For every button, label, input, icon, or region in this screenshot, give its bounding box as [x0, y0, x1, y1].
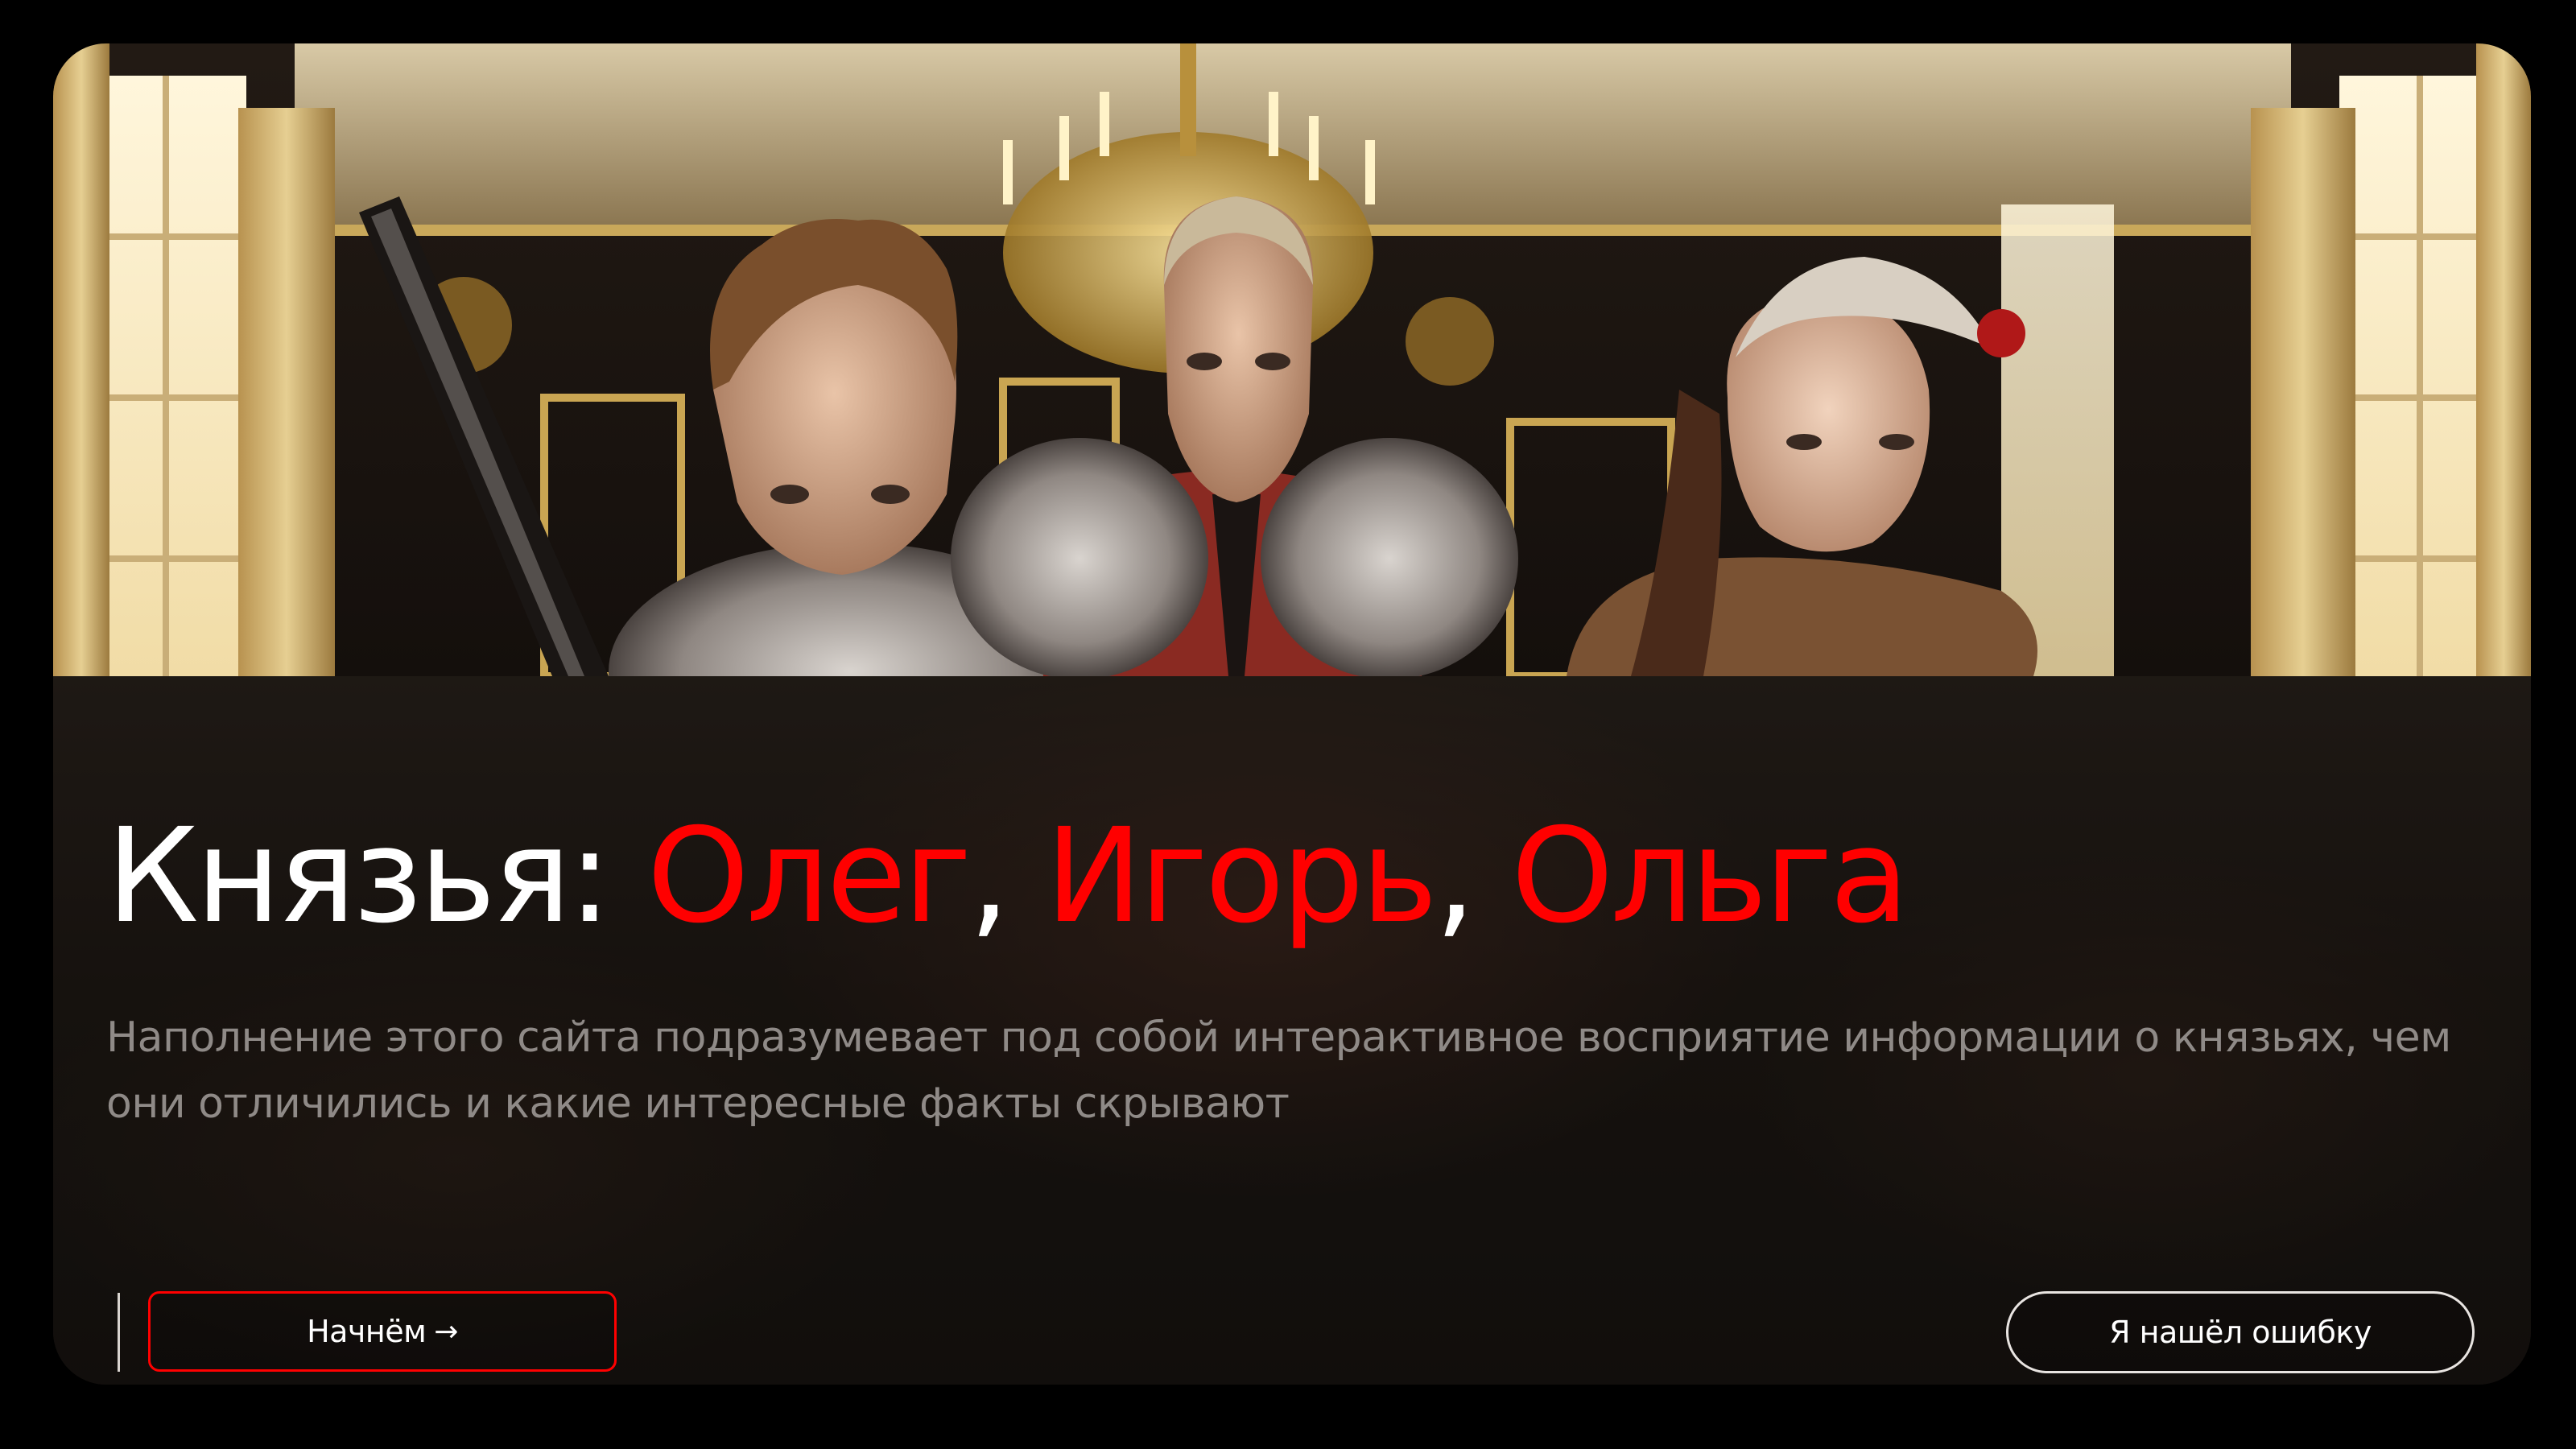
page-description: Наполнение этого сайта подразумевает под…: [106, 1013, 2451, 1128]
hero-image: [53, 43, 2531, 676]
page-title: Князья: Олег, Игорь, Ольга: [106, 811, 1909, 942]
report-error-button-label: Я нашёл ошибку: [2109, 1315, 2372, 1350]
title-prefix: Князья:: [106, 801, 647, 952]
hero-illustration: [53, 43, 2531, 676]
arrow-right-icon: →: [434, 1315, 458, 1348]
vertical-divider: [118, 1293, 120, 1372]
start-button[interactable]: Начнём →: [148, 1291, 617, 1372]
hero-card: Князья: Олег, Игорь, Ольга Наполнение эт…: [53, 43, 2531, 1385]
title-separator: ,: [1435, 801, 1512, 952]
report-error-button[interactable]: Я нашёл ошибку: [2006, 1291, 2475, 1373]
hero-content: Князья: Олег, Игорь, Ольга Наполнение эт…: [53, 676, 2531, 1385]
title-name-oleg: Олег: [646, 801, 972, 952]
title-name-igor: Игорь: [1045, 801, 1438, 952]
start-button-label: Начнём: [307, 1314, 427, 1349]
title-name-olga: Ольга: [1511, 801, 1909, 952]
title-separator: ,: [968, 801, 1046, 952]
